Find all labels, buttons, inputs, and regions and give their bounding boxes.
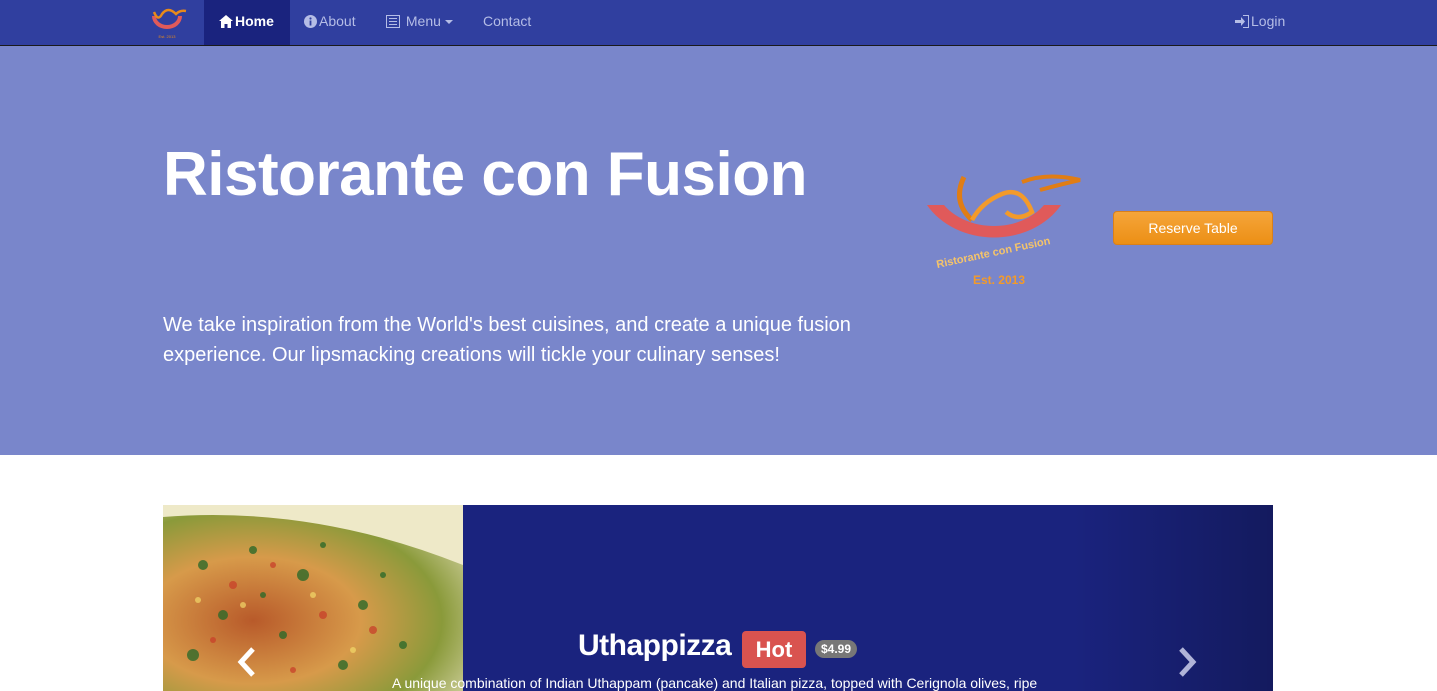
nav-home[interactable]: Home (204, 0, 290, 45)
nav-login-label: Login (1251, 13, 1286, 29)
slide-title: Uthappizza (578, 629, 732, 662)
carousel-next-button[interactable] (1171, 645, 1201, 679)
nav-contact-label: Contact (483, 13, 532, 29)
home-icon (219, 15, 233, 28)
carousel: Uthappizza Hot $4.99 A unique combinatio… (163, 505, 1273, 691)
nav-about[interactable]: About (304, 0, 356, 45)
chevron-right-icon (1179, 647, 1197, 677)
chevron-left-icon (237, 647, 255, 677)
chevron-down-icon (444, 20, 453, 25)
logo-text: Ristorante con Fusion (935, 235, 1051, 271)
carousel-prev-button[interactable] (233, 645, 263, 679)
login-icon (1235, 15, 1249, 28)
nav-menu[interactable]: Menu (386, 0, 453, 45)
reserve-table-button[interactable]: Reserve Table (1113, 211, 1273, 245)
jumbotron: Ristorante con Fusion We take inspiratio… (0, 46, 1437, 455)
svg-text:Est. 2013: Est. 2013 (159, 34, 177, 39)
nav-login[interactable]: Login (1235, 0, 1285, 45)
nav-menu-label: Menu (405, 13, 441, 29)
logo-est: Est. 2013 (973, 273, 1025, 287)
navbar: Est. 2013 Home About Menu Contact Login (0, 0, 1437, 46)
list-icon (386, 15, 400, 28)
restaurant-logo: Ristorante con Fusion Est. 2013 (922, 172, 1084, 290)
uthappizza-image (163, 505, 463, 691)
brand-logo[interactable]: Est. 2013 (146, 8, 188, 40)
hot-label: Hot (742, 631, 806, 668)
info-icon (304, 15, 317, 28)
page-title: Ristorante con Fusion (163, 140, 807, 209)
slide-description: A unique combination of Indian Uthappam … (392, 675, 1038, 691)
nav-about-label: About (319, 13, 356, 29)
nav-contact[interactable]: Contact (483, 0, 531, 45)
hero-text: We take inspiration from the World's bes… (163, 314, 851, 366)
price-badge: $4.99 (815, 640, 858, 658)
nav-home-label: Home (235, 13, 274, 29)
